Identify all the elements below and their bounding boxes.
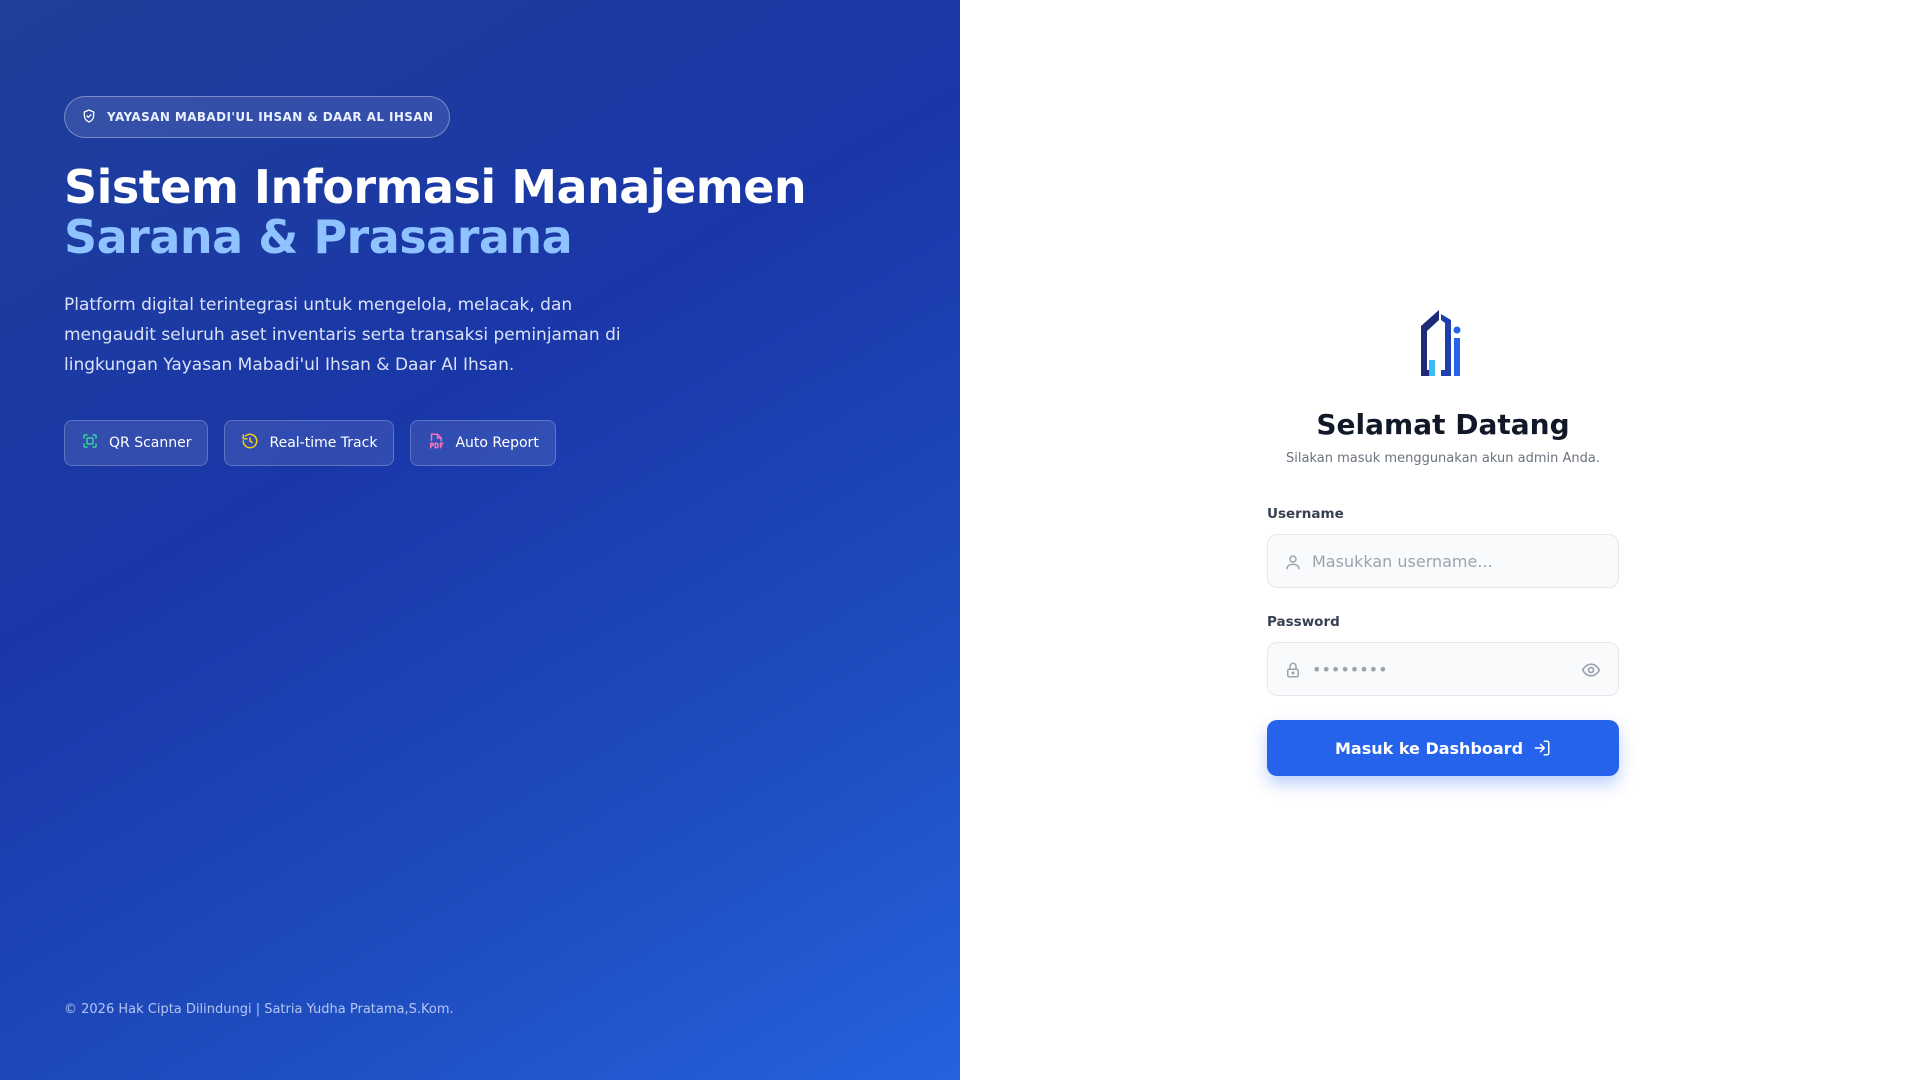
- login-title: Selamat Datang: [1316, 408, 1570, 441]
- login-page: YAYASAN MABADI'UL IHSAN & DAAR AL IHSAN …: [0, 0, 1920, 1080]
- hero-title-line2: Sarana & Prasarana: [64, 210, 573, 264]
- lock-icon: [1287, 662, 1299, 678]
- login-submit-button[interactable]: Masuk ke Dashboard: [1267, 720, 1619, 776]
- login-card: Selamat Datang Silakan masuk menggunakan…: [1267, 306, 1619, 776]
- feature-qr-scanner[interactable]: QR Scanner: [64, 420, 209, 466]
- hero-description: Platform digital terintegrasi untuk meng…: [64, 295, 621, 375]
- feature-label: QR Scanner: [109, 435, 192, 451]
- password-input[interactable]: [1268, 643, 1618, 695]
- copyright-text: © 2026 Hak Cipta Dilindungi | Satria Yud…: [64, 1002, 454, 1017]
- username-field-wrapper: [1267, 534, 1619, 588]
- hero-title: Sistem Informasi Manajemen Sarana & Pras…: [64, 162, 896, 262]
- login-arrow-icon: [1534, 740, 1550, 756]
- login-panel: Selamat Datang Silakan masuk menggunakan…: [960, 0, 1920, 1080]
- qr-scan-icon: [81, 432, 99, 454]
- building-logo-icon: [1421, 310, 1461, 376]
- pdf-file-icon: [427, 432, 445, 454]
- username-label: Username: [1267, 506, 1344, 522]
- password-label: Password: [1267, 614, 1340, 630]
- username-input[interactable]: [1268, 535, 1618, 587]
- hero-panel: YAYASAN MABADI'UL IHSAN & DAAR AL IHSAN …: [0, 0, 960, 1080]
- shield-check-icon: [81, 108, 97, 127]
- feature-list: QR Scanner Real-time Track Auto Report: [64, 420, 896, 466]
- hero-title-line1: Sistem Informasi Manajemen: [64, 160, 807, 214]
- user-icon: [1286, 555, 1300, 570]
- feature-label: Real-time Track: [269, 435, 378, 451]
- login-submit-label: Masuk ke Dashboard: [1334, 738, 1524, 758]
- feature-auto-report[interactable]: Auto Report: [410, 420, 556, 466]
- password-field-wrapper: [1267, 642, 1619, 696]
- login-subtitle: Silakan masuk menggunakan akun admin And…: [1286, 451, 1600, 466]
- organization-badge-label: YAYASAN MABADI'UL IHSAN & DAAR AL IHSAN: [107, 110, 434, 124]
- login-form: Username Password: [1267, 506, 1619, 776]
- show-password-button[interactable]: [1578, 657, 1604, 683]
- feature-label: Auto Report: [455, 435, 539, 451]
- history-icon: [241, 432, 259, 454]
- organization-badge: YAYASAN MABADI'UL IHSAN & DAAR AL IHSAN: [64, 96, 451, 138]
- feature-realtime-track[interactable]: Real-time Track: [224, 420, 395, 466]
- eye-icon: [1581, 663, 1601, 677]
